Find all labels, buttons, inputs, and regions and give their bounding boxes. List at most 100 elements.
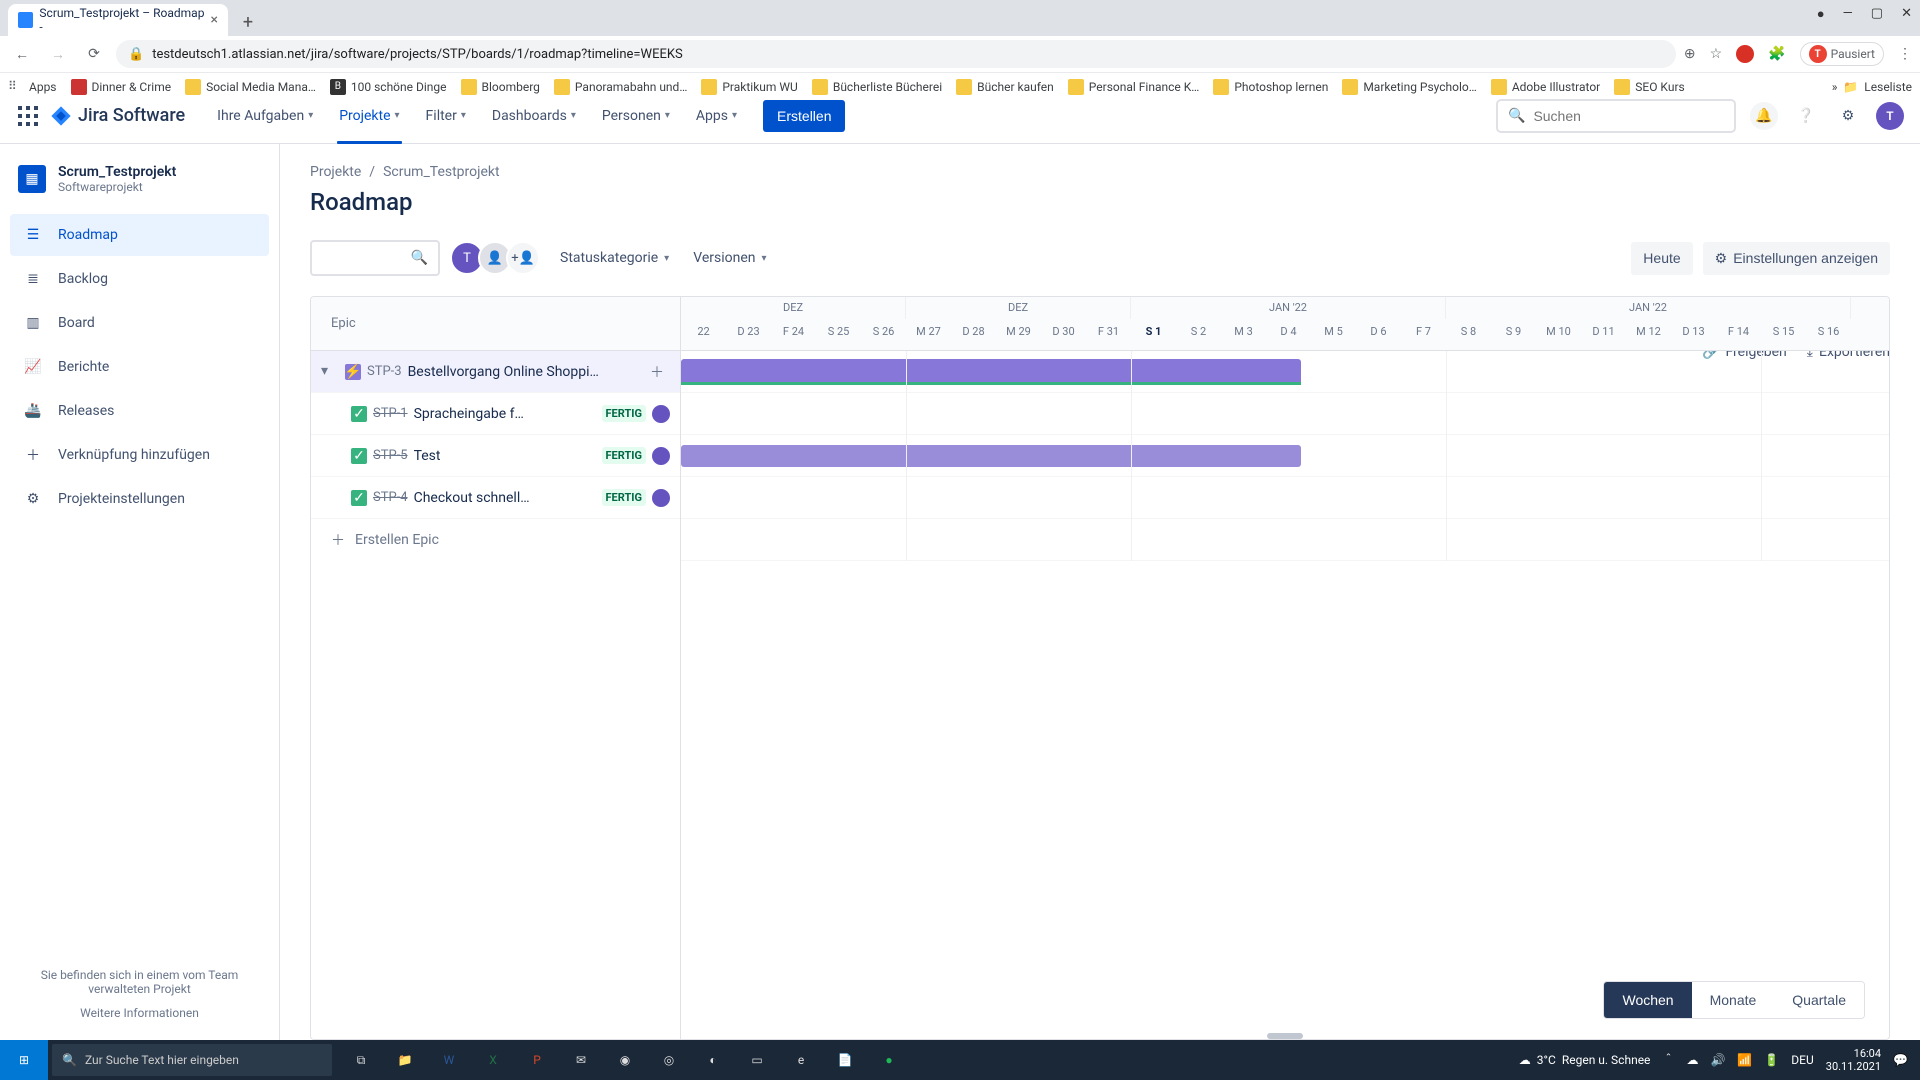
spotify-icon[interactable]: ● bbox=[868, 1040, 910, 1080]
minimize-icon[interactable]: — bbox=[1843, 6, 1853, 22]
collapse-icon[interactable]: ▾ bbox=[321, 363, 339, 381]
nav-dashboards[interactable]: Dashboards▾ bbox=[482, 88, 586, 144]
app-icon[interactable]: ◐ bbox=[692, 1040, 734, 1080]
sidebar-item-roadmap[interactable]: ☰Roadmap bbox=[10, 214, 269, 256]
powerpoint-icon[interactable]: P bbox=[516, 1040, 558, 1080]
help-icon[interactable]: ❔ bbox=[1792, 102, 1820, 130]
nav-filters[interactable]: Filter▾ bbox=[416, 88, 476, 144]
star-icon[interactable]: ☆ bbox=[1710, 46, 1723, 62]
onedrive-icon[interactable]: ☁ bbox=[1686, 1053, 1698, 1067]
new-tab-button[interactable]: + bbox=[234, 8, 262, 36]
word-icon[interactable]: W bbox=[428, 1040, 470, 1080]
profile-avatar[interactable]: T bbox=[1876, 102, 1904, 130]
global-search[interactable]: 🔍 bbox=[1496, 99, 1736, 133]
bookmark-item[interactable]: Dinner & Crime bbox=[71, 79, 172, 95]
issue-key[interactable]: STP-4 bbox=[373, 490, 408, 505]
menu-icon[interactable]: ⋮ bbox=[1898, 46, 1912, 62]
issue-summary[interactable]: Spracheingabe f… bbox=[414, 406, 596, 422]
story-row[interactable]: ✓ STP-1 Spracheingabe f… FERTIG bbox=[311, 393, 680, 435]
volume-icon[interactable]: 🔊 bbox=[1710, 1053, 1725, 1067]
bookmark-item[interactable]: SEO Kurs bbox=[1614, 79, 1684, 95]
assignee-filter[interactable]: T 👤 +👤 bbox=[456, 241, 540, 275]
notifications-icon[interactable]: 💬 bbox=[1893, 1053, 1908, 1067]
timeline-body[interactable] bbox=[681, 351, 1889, 561]
roadmap-search[interactable]: 🔍 bbox=[310, 240, 440, 276]
close-window-icon[interactable]: ✕ bbox=[1901, 6, 1912, 22]
jira-logo[interactable]: Jira Software bbox=[50, 105, 185, 127]
notepad-icon[interactable]: 📄 bbox=[824, 1040, 866, 1080]
zoom-weeks[interactable]: Wochen bbox=[1604, 982, 1691, 1018]
versions-filter[interactable]: Versionen▾ bbox=[689, 244, 770, 272]
story-row[interactable]: ✓ STP-4 Checkout schnell… FERTIG bbox=[311, 477, 680, 519]
obs-icon[interactable]: ◎ bbox=[648, 1040, 690, 1080]
zoom-months[interactable]: Monate bbox=[1692, 982, 1775, 1018]
project-header[interactable]: ▦ Scrum_Testprojekt Softwareprojekt bbox=[10, 164, 269, 214]
bookmark-item[interactable]: Marketing Psycholo… bbox=[1342, 79, 1476, 95]
clock[interactable]: 16:04 30.11.2021 bbox=[1826, 1047, 1881, 1073]
assignee-avatar[interactable] bbox=[652, 405, 670, 423]
search-input[interactable] bbox=[1533, 108, 1724, 124]
start-button[interactable]: ⊞ bbox=[0, 1040, 48, 1080]
nav-projects[interactable]: Projekte▾ bbox=[329, 88, 409, 144]
sidebar-item-project-settings[interactable]: ⚙Projekteinstellungen bbox=[10, 478, 269, 520]
timeline-row-story[interactable] bbox=[681, 435, 1889, 477]
edge-icon[interactable]: e bbox=[780, 1040, 822, 1080]
settings-gear-icon[interactable]: ⚙ bbox=[1834, 102, 1862, 130]
issue-key[interactable]: STP-3 bbox=[367, 364, 402, 379]
zoom-icon[interactable]: ⊕ bbox=[1684, 46, 1696, 62]
battery-icon[interactable]: 🔋 bbox=[1764, 1053, 1779, 1067]
zoom-quarters[interactable]: Quartale bbox=[1774, 982, 1864, 1018]
explorer-icon[interactable]: 📁 bbox=[384, 1040, 426, 1080]
story-bar[interactable] bbox=[681, 445, 1301, 467]
issue-key[interactable]: STP-1 bbox=[373, 406, 408, 421]
app-icon[interactable]: ▭ bbox=[736, 1040, 778, 1080]
epic-row[interactable]: ▾ ⚡ STP-3 Bestellvorgang Online Shoppi… … bbox=[311, 351, 680, 393]
issue-summary[interactable]: Bestellvorgang Online Shoppi… bbox=[408, 364, 644, 380]
horizontal-drag-handle[interactable] bbox=[1267, 1033, 1303, 1039]
back-button[interactable]: ← bbox=[8, 40, 36, 68]
extension-ab-icon[interactable] bbox=[1736, 45, 1754, 63]
sidebar-item-board[interactable]: ▥Board bbox=[10, 302, 269, 344]
language-indicator[interactable]: DEU bbox=[1791, 1053, 1813, 1067]
excel-icon[interactable]: X bbox=[472, 1040, 514, 1080]
tray-chevron-icon[interactable]: ＾ bbox=[1662, 1052, 1674, 1069]
nav-apps[interactable]: Apps▾ bbox=[686, 88, 747, 144]
story-row[interactable]: ✓ STP-5 Test FERTIG bbox=[311, 435, 680, 477]
timeline-panel[interactable]: DEZDEZJAN '22JAN '22 22D 23F 24S 25S 26M… bbox=[681, 297, 1889, 1039]
windows-search[interactable]: 🔍 Zur Suche Text hier eingeben bbox=[52, 1044, 332, 1076]
nav-your-work[interactable]: Ihre Aufgaben▾ bbox=[207, 88, 323, 144]
notifications-icon[interactable]: 🔔 bbox=[1750, 102, 1778, 130]
issue-summary[interactable]: Checkout schnell… bbox=[414, 490, 596, 506]
timeline-row-epic[interactable] bbox=[681, 351, 1889, 393]
timeline-row-story[interactable] bbox=[681, 393, 1889, 435]
status-category-filter[interactable]: Statuskategorie▾ bbox=[556, 244, 673, 272]
bookmarks-overflow[interactable]: » 📁 Leseliste bbox=[1832, 80, 1912, 94]
today-button[interactable]: Heute bbox=[1631, 242, 1692, 275]
timeline-row-story[interactable] bbox=[681, 477, 1889, 519]
sidebar-item-add-link[interactable]: ＋Verknüpfung hinzufügen bbox=[10, 434, 269, 476]
create-button[interactable]: Erstellen bbox=[763, 100, 845, 132]
reload-button[interactable]: ⟳ bbox=[80, 40, 108, 68]
sidebar-item-releases[interactable]: 🚢Releases bbox=[10, 390, 269, 432]
close-tab-icon[interactable]: × bbox=[211, 12, 218, 28]
extensions-icon[interactable]: 🧩 bbox=[1768, 46, 1785, 62]
mail-icon[interactable]: ✉ bbox=[560, 1040, 602, 1080]
epic-bar[interactable] bbox=[681, 359, 1301, 385]
add-child-icon[interactable]: ＋ bbox=[650, 362, 670, 382]
sidebar-item-reports[interactable]: 📈Berichte bbox=[10, 346, 269, 388]
sidebar-item-backlog[interactable]: ≣Backlog bbox=[10, 258, 269, 300]
bookmark-item[interactable]: Personal Finance K… bbox=[1068, 79, 1200, 95]
bookmark-item[interactable]: Photoshop lernen bbox=[1213, 79, 1328, 95]
issue-summary[interactable]: Test bbox=[414, 448, 596, 464]
issue-key[interactable]: STP-5 bbox=[373, 448, 408, 463]
forward-button[interactable]: → bbox=[44, 40, 72, 68]
wifi-icon[interactable]: 📶 bbox=[1737, 1053, 1752, 1067]
weather-widget[interactable]: ☁ 3°C Regen u. Schnee bbox=[1519, 1053, 1651, 1067]
maximize-icon[interactable]: ▢ bbox=[1871, 6, 1883, 22]
bookmark-item[interactable]: Adobe Illustrator bbox=[1491, 79, 1600, 95]
browser-tab[interactable]: Scrum_Testprojekt – Roadmap - × bbox=[8, 4, 228, 36]
chrome-icon[interactable]: ◉ bbox=[604, 1040, 646, 1080]
assignee-avatar[interactable] bbox=[652, 489, 670, 507]
footer-link[interactable]: Weitere Informationen bbox=[20, 1006, 259, 1020]
profile-pause-badge[interactable]: T Pausiert bbox=[1800, 42, 1884, 66]
